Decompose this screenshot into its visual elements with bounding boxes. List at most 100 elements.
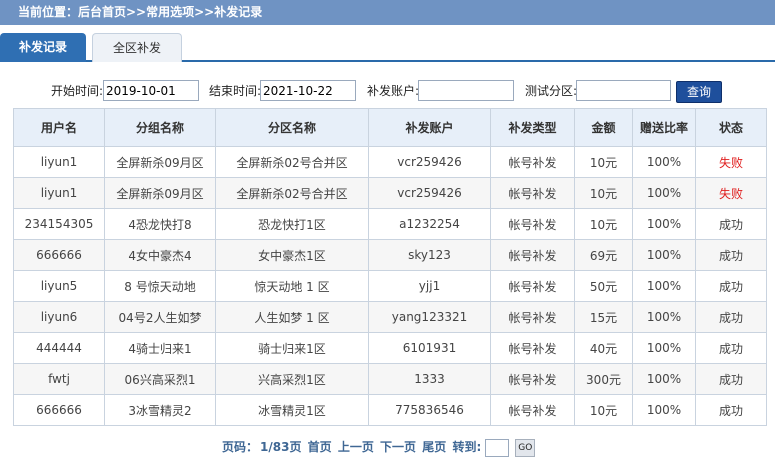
cell-type: 帐号补发 <box>490 363 575 395</box>
cell-type: 帐号补发 <box>490 394 575 426</box>
start-time-input[interactable] <box>103 80 199 101</box>
cell-status: 成功 <box>695 394 767 426</box>
cell-account: yang123321 <box>368 301 491 333</box>
cell-bonus-rate: 100% <box>632 394 696 426</box>
table-row: 234154305 4恐龙快打8 恐龙快打1区 a1232254 帐号补发 10… <box>13 208 767 240</box>
end-time-input[interactable] <box>260 80 356 101</box>
cell-status: 失败 <box>695 177 767 209</box>
cell-type: 帐号补发 <box>490 146 575 178</box>
table-row: liyun6 04号2人生如梦 人生如梦 1 区 yang123321 帐号补发… <box>13 301 767 333</box>
next-page-link[interactable]: 下一页 <box>380 440 416 454</box>
cell-group-name: 04号2人生如梦 <box>104 301 216 333</box>
cell-account: yjj1 <box>368 270 491 302</box>
cell-group-name: 06兴高采烈1 <box>104 363 216 395</box>
cell-group-name: 全屏新杀09月区 <box>104 177 216 209</box>
table-row: fwtj 06兴高采烈1 兴高采烈1区 1333 帐号补发 300元 100% … <box>13 363 767 395</box>
first-page-link[interactable]: 首页 <box>308 440 332 454</box>
zone-input[interactable] <box>576 80 671 101</box>
cell-group-name: 8 号惊天动地 <box>104 270 216 302</box>
cell-account: 775836546 <box>368 394 491 426</box>
col-bonus-rate: 赠送比率 <box>632 108 696 147</box>
cell-zone-name: 恐龙快打1区 <box>215 208 369 240</box>
end-time-label: 结束时间: <box>209 84 262 98</box>
cell-bonus-rate: 100% <box>632 270 696 302</box>
tab-bar: 补发记录 全区补发 <box>0 25 775 62</box>
account-input[interactable] <box>418 80 514 101</box>
table-row: liyun1 全屏新杀09月区 全屏新杀02号合并区 vcr259426 帐号补… <box>13 177 767 209</box>
table-row: 444444 4骑士归来1 骑士归来1区 6101931 帐号补发 40元 10… <box>13 332 767 364</box>
cell-status: 成功 <box>695 270 767 302</box>
table-header-row: 用户名 分组名称 分区名称 补发账户 补发类型 金额 赠送比率 状态 <box>13 108 767 147</box>
col-amount: 金额 <box>574 108 633 147</box>
cell-status: 成功 <box>695 363 767 395</box>
cell-type: 帐号补发 <box>490 270 575 302</box>
pagination: 页码： 1/83页 首页 上一页 下一页 尾页 转到: GO <box>222 437 537 457</box>
cell-username: liyun1 <box>13 177 105 209</box>
cell-zone-name: 骑士归来1区 <box>215 332 369 364</box>
cell-amount: 50元 <box>574 270 633 302</box>
cell-bonus-rate: 100% <box>632 146 696 178</box>
cell-bonus-rate: 100% <box>632 239 696 271</box>
cell-group-name: 4恐龙快打8 <box>104 208 216 240</box>
cell-bonus-rate: 100% <box>632 177 696 209</box>
cell-status: 成功 <box>695 239 767 271</box>
table-row: liyun1 全屏新杀09月区 全屏新杀02号合并区 vcr259426 帐号补… <box>13 146 767 178</box>
cell-zone-name: 全屏新杀02号合并区 <box>215 177 369 209</box>
cell-amount: 300元 <box>574 363 633 395</box>
page-label: 页码： <box>222 440 259 454</box>
cell-group-name: 4骑士归来1 <box>104 332 216 364</box>
cell-bonus-rate: 100% <box>632 332 696 364</box>
cell-username: 666666 <box>13 239 105 271</box>
cell-type: 帐号补发 <box>490 332 575 364</box>
cell-zone-name: 兴高采烈1区 <box>215 363 369 395</box>
cell-type: 帐号补发 <box>490 239 575 271</box>
cell-zone-name: 全屏新杀02号合并区 <box>215 146 369 178</box>
cell-amount: 10元 <box>574 208 633 240</box>
start-time-filter: 开始时间: <box>51 80 103 102</box>
cell-amount: 10元 <box>574 394 633 426</box>
tab-records[interactable]: 补发记录 <box>0 33 86 62</box>
col-group-name: 分组名称 <box>104 108 216 147</box>
cell-bonus-rate: 100% <box>632 301 696 333</box>
col-account: 补发账户 <box>368 108 491 147</box>
go-button[interactable]: GO <box>515 438 536 457</box>
col-zone-name: 分区名称 <box>215 108 369 147</box>
cell-status: 失败 <box>695 146 767 178</box>
cell-status: 成功 <box>695 332 767 364</box>
cell-username: 234154305 <box>13 208 105 240</box>
start-time-label: 开始时间: <box>51 84 104 98</box>
cell-username: liyun1 <box>13 146 105 178</box>
goto-label: 转到: <box>452 440 482 454</box>
cell-amount: 69元 <box>574 239 633 271</box>
cell-zone-name: 人生如梦 1 区 <box>215 301 369 333</box>
table-row: liyun5 8 号惊天动地 惊天动地 1 区 yjj1 帐号补发 50元 10… <box>13 270 767 302</box>
goto-page-input[interactable] <box>485 438 510 457</box>
cell-group-name: 4女中豪杰4 <box>104 239 216 271</box>
cell-type: 帐号补发 <box>490 208 575 240</box>
cell-account: 1333 <box>368 363 491 395</box>
cell-account: vcr259426 <box>368 177 491 209</box>
prev-page-link[interactable]: 上一页 <box>338 440 374 454</box>
cell-account: 6101931 <box>368 332 491 364</box>
cell-amount: 10元 <box>574 146 633 178</box>
query-button[interactable]: 查询 <box>676 81 722 103</box>
page-info: 1/83页 <box>260 440 302 454</box>
tab-all-zone-supplement[interactable]: 全区补发 <box>92 33 182 62</box>
col-username: 用户名 <box>13 108 105 147</box>
cell-account: sky123 <box>368 239 491 271</box>
cell-type: 帐号补发 <box>490 177 575 209</box>
account-filter: 补发账户: <box>367 80 419 102</box>
cell-username: 666666 <box>13 394 105 426</box>
cell-amount: 40元 <box>574 332 633 364</box>
table-row: 666666 3冰雪精灵2 冰雪精灵1区 775836546 帐号补发 10元 … <box>13 394 767 426</box>
last-page-link[interactable]: 尾页 <box>422 440 446 454</box>
zone-filter: 测试分区: <box>525 80 577 102</box>
cell-zone-name: 惊天动地 1 区 <box>215 270 369 302</box>
cell-status: 成功 <box>695 208 767 240</box>
cell-bonus-rate: 100% <box>632 208 696 240</box>
table-row: 666666 4女中豪杰4 女中豪杰1区 sky123 帐号补发 69元 100… <box>13 239 767 271</box>
cell-username: liyun6 <box>13 301 105 333</box>
cell-account: vcr259426 <box>368 146 491 178</box>
cell-username: liyun5 <box>13 270 105 302</box>
end-time-filter: 结束时间: <box>209 80 261 102</box>
